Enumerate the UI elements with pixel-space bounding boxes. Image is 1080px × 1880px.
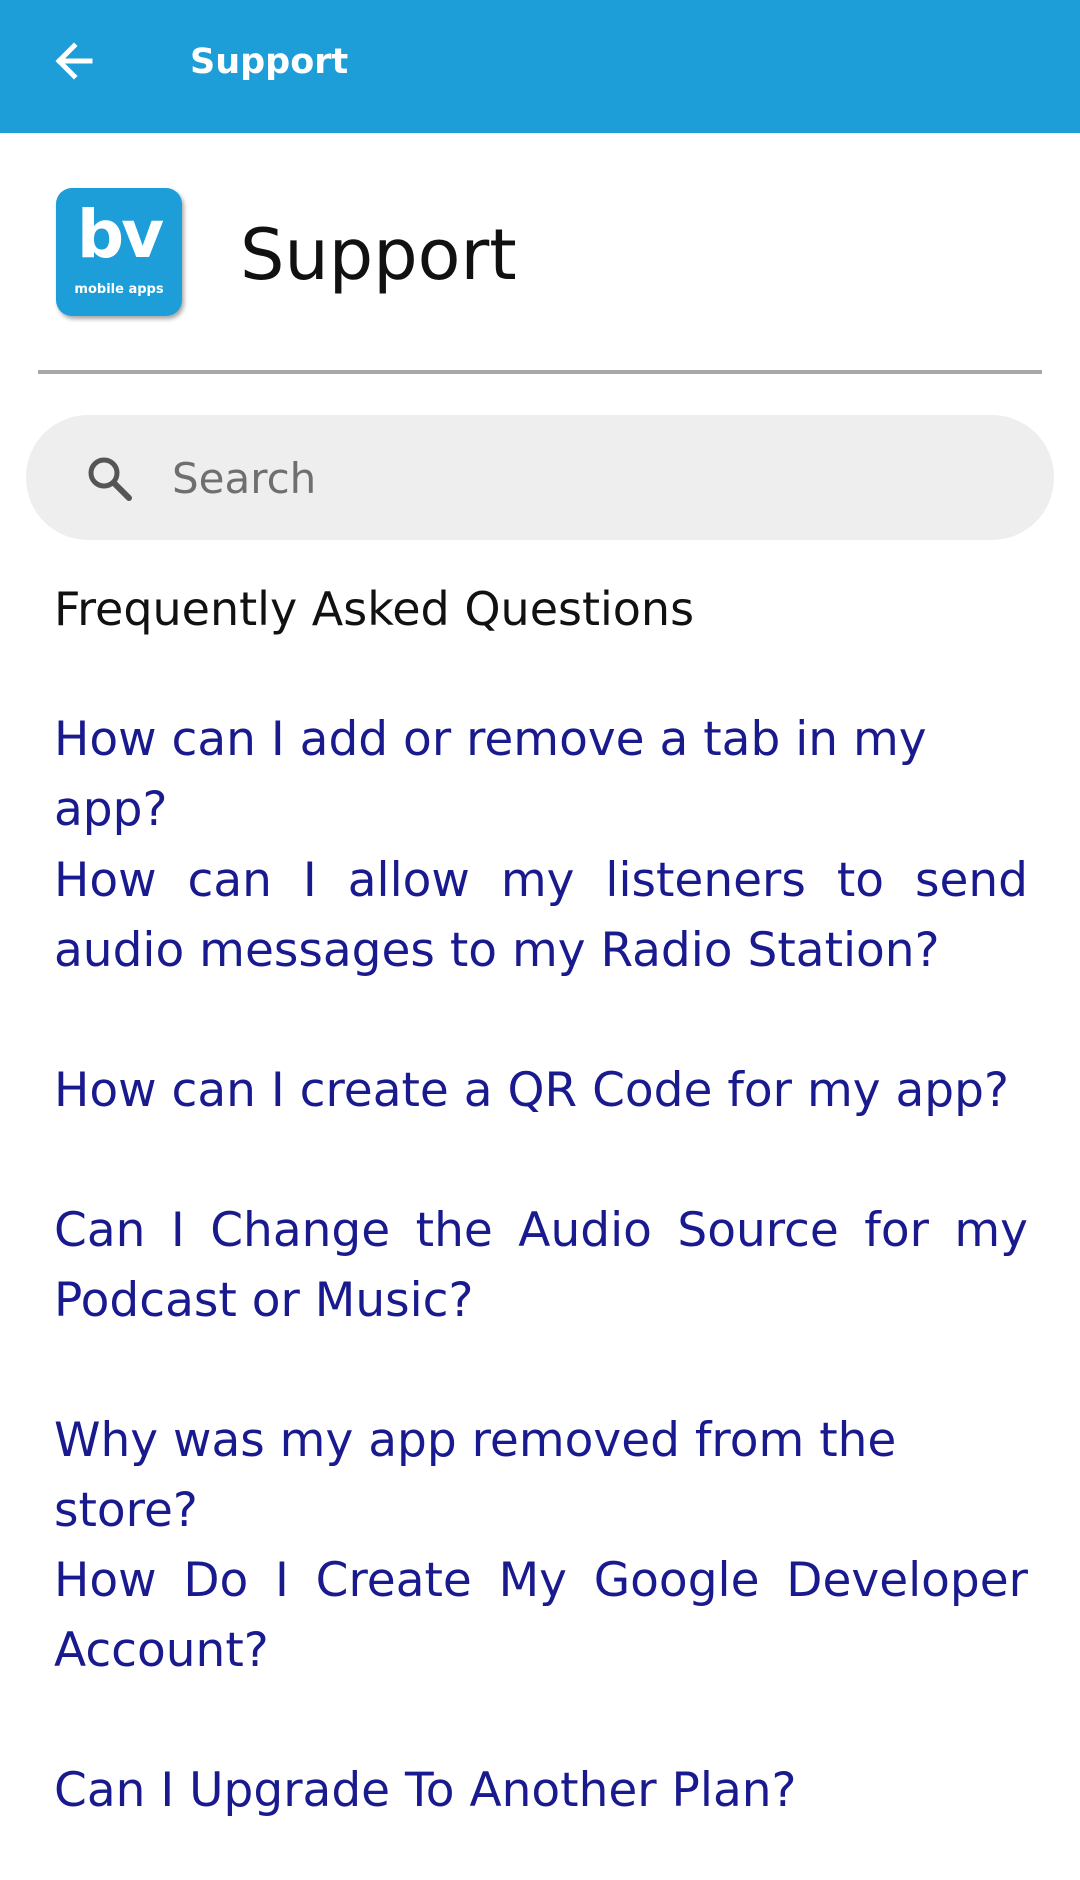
page-title: Support xyxy=(240,214,517,296)
app-bar: Support xyxy=(0,0,1080,133)
arrow-left-icon xyxy=(55,42,93,80)
faq-item-audio-messages[interactable]: How can I allow my listeners to send aud… xyxy=(54,846,1028,986)
faq-item-qr-code[interactable]: How can I create a QR Code for my app? xyxy=(54,1056,1028,1126)
back-button[interactable] xyxy=(46,33,102,89)
faq-item-audio-source[interactable]: Can I Change the Audio Source for my Pod… xyxy=(54,1196,1028,1336)
app-bar-title: Support xyxy=(190,42,349,82)
faq-item-app-removed[interactable]: Why was my app removed from the store? xyxy=(54,1406,1028,1546)
faq-item-add-remove-tab[interactable]: How can I add or remove a tab in my app? xyxy=(54,705,1028,845)
faq-item-google-developer-account[interactable]: How Do I Create My Google Developer Acco… xyxy=(54,1546,1028,1686)
logo-mark: bv xyxy=(76,196,164,273)
search-icon xyxy=(88,457,132,501)
logo-subtitle: mobile apps xyxy=(74,282,164,297)
faq-heading: Frequently Asked Questions xyxy=(54,582,695,636)
faq-item-upgrade-plan[interactable]: Can I Upgrade To Another Plan? xyxy=(54,1756,1028,1826)
app-logo: bv mobile apps xyxy=(56,188,182,316)
header-divider xyxy=(38,370,1042,374)
search-input[interactable] xyxy=(172,445,992,511)
